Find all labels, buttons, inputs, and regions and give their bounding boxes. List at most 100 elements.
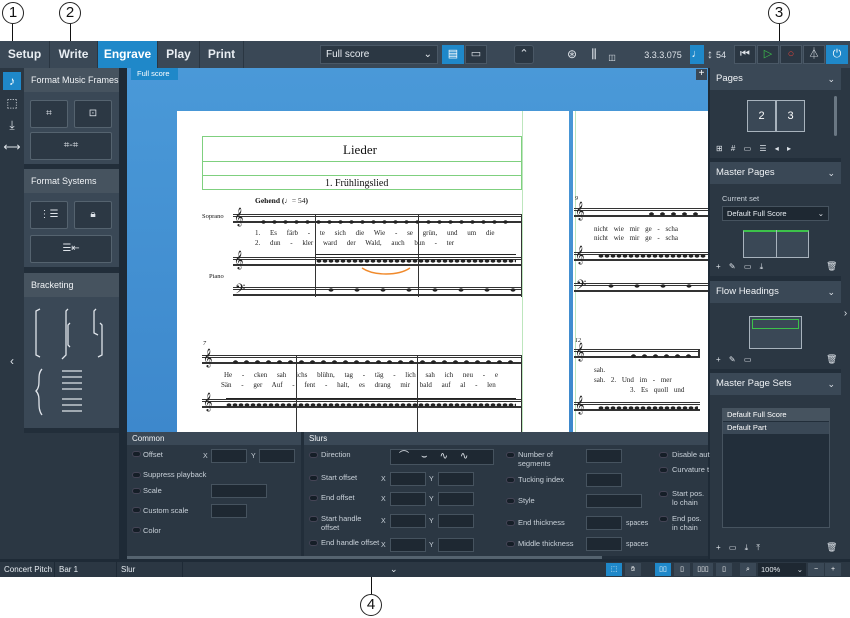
add-tab-icon[interactable]: + xyxy=(696,69,707,80)
flow-headings-heading[interactable]: Flow Headings xyxy=(710,281,841,303)
custom-scale-switch[interactable] xyxy=(132,507,141,513)
offset-y-field[interactable] xyxy=(259,449,295,463)
zoom-in-button[interactable]: + xyxy=(825,563,841,576)
metronome-icon[interactable]: ⏃ xyxy=(803,45,825,64)
middle-thickness-switch[interactable] xyxy=(506,541,515,547)
chevron-down-icon[interactable]: ⌄ xyxy=(827,162,835,184)
set-item-default-full-score[interactable]: Default Full Score xyxy=(723,409,829,421)
mode-setup[interactable]: Setup xyxy=(0,41,50,68)
end-thickness-field[interactable] xyxy=(586,516,622,530)
zoom-icon[interactable]: ⌕ xyxy=(740,563,756,576)
frame-editing-icon[interactable]: ⬚ xyxy=(3,94,21,112)
bracket-tools-icon[interactable] xyxy=(32,305,112,423)
tucking-index-switch[interactable] xyxy=(506,477,515,483)
system-lock-button[interactable]: 🔒︎ xyxy=(74,201,112,229)
curvature-switch[interactable] xyxy=(659,467,668,473)
start-pos-switch[interactable] xyxy=(659,491,668,497)
chevron-down-icon[interactable]: ⌄ xyxy=(827,68,835,90)
galley-view-button[interactable]: ▭ xyxy=(465,45,487,64)
master-pages-heading[interactable]: Master Pages xyxy=(710,162,841,184)
collapse-right-icon[interactable]: › xyxy=(841,68,850,559)
mode-play[interactable]: Play xyxy=(158,41,200,68)
layout-select[interactable]: Full score ⌄ xyxy=(320,45,438,64)
tucking-index-field[interactable] xyxy=(586,473,622,487)
view-single-icon[interactable]: ▯ xyxy=(716,563,732,576)
system-fill-icon[interactable]: ⟷ xyxy=(3,138,21,156)
color-switch[interactable] xyxy=(132,527,141,533)
trash-icon[interactable]: 🗑︎ xyxy=(826,542,837,553)
graphic-editing-icon[interactable]: ♪ xyxy=(3,72,21,90)
page-view-button[interactable]: ▤ xyxy=(442,45,464,64)
set-item-default-part[interactable]: Default Part xyxy=(723,422,829,434)
offset-switch[interactable] xyxy=(132,451,141,457)
pages-heading[interactable]: Pages xyxy=(710,68,841,90)
record-icon[interactable]: ○ xyxy=(780,45,802,64)
pages-scrollbar[interactable] xyxy=(834,96,837,136)
chevron-down-icon[interactable]: ⌄ xyxy=(827,373,835,395)
style-switch[interactable] xyxy=(506,498,515,504)
frame-chain-button[interactable]: ⌗-⌗ xyxy=(30,132,112,160)
end-offset-y-field[interactable] xyxy=(438,492,474,506)
zoom-select[interactable]: 100% ⌄ xyxy=(758,563,806,576)
scale-field[interactable] xyxy=(211,484,267,498)
offset-x-field[interactable] xyxy=(211,449,247,463)
middle-thickness-field[interactable] xyxy=(586,537,622,551)
view-horizontal-icon[interactable]: ▯▯▯ xyxy=(693,563,713,576)
end-thickness-switch[interactable] xyxy=(506,520,515,526)
end-handle-offset-switch[interactable] xyxy=(309,540,318,546)
rewind-icon[interactable]: ⏮ xyxy=(734,45,756,64)
start-handle-y-field[interactable] xyxy=(438,514,474,528)
note-input-icon[interactable]: ♩ xyxy=(690,45,704,64)
mode-engrave[interactable]: Engrave xyxy=(98,41,158,68)
direction-switch[interactable] xyxy=(309,452,318,458)
number-of-segments-switch[interactable] xyxy=(506,452,515,458)
start-handle-offset-switch[interactable] xyxy=(309,516,318,522)
master-page-sets-action-icons[interactable]: + ▭ ⤓ ⤒ xyxy=(716,543,760,553)
move-bars-button[interactable]: ☰⇤ xyxy=(30,235,112,263)
frame-insert-button[interactable]: ⌗ xyxy=(30,100,68,128)
mode-write[interactable]: Write xyxy=(50,41,98,68)
end-handle-y-field[interactable] xyxy=(438,538,474,552)
chevron-down-icon[interactable]: ⌄ xyxy=(390,562,398,577)
page-thumbnail-2[interactable]: 2 xyxy=(747,100,776,132)
video-icon[interactable]: ⊛ xyxy=(564,47,580,61)
mixer-icon[interactable]: ⫼ xyxy=(586,47,602,61)
pages-action-icons[interactable]: ⊞ # ▭ ☰ ◂ ▸ xyxy=(716,144,791,153)
number-of-segments-field[interactable] xyxy=(586,449,622,463)
power-icon[interactable]: ⏻ xyxy=(826,45,848,64)
trash-icon[interactable]: 🗑︎ xyxy=(826,354,837,365)
toggle-panel-button[interactable]: ⌃ xyxy=(514,45,534,64)
end-pos-switch[interactable] xyxy=(659,516,668,522)
collapse-left-icon[interactable]: ‹ xyxy=(3,352,21,370)
current-set-select[interactable]: Default Full Score ⌄ xyxy=(722,206,829,221)
frame-center-button[interactable]: ⊡ xyxy=(74,100,112,128)
end-offset-x-field[interactable] xyxy=(390,492,426,506)
mode-print[interactable]: Print xyxy=(200,41,244,68)
end-offset-switch[interactable] xyxy=(309,495,318,501)
style-field[interactable] xyxy=(586,494,642,508)
custom-scale-field[interactable] xyxy=(211,504,247,518)
hand-tool-icon[interactable]: ✋︎ xyxy=(625,563,641,576)
concert-pitch-toggle[interactable]: Concert Pitch xyxy=(0,562,55,577)
start-offset-switch[interactable] xyxy=(309,475,318,481)
start-offset-y-field[interactable] xyxy=(438,472,474,486)
end-handle-x-field[interactable] xyxy=(390,538,426,552)
suppress-playback-switch[interactable] xyxy=(132,472,141,478)
tab-full-score[interactable]: Full score xyxy=(131,68,178,80)
view-spreads-icon[interactable]: ▯▯ xyxy=(655,563,671,576)
trash-icon[interactable]: 🗑︎ xyxy=(826,261,837,272)
staff-spacing-icon[interactable]: ⤓ xyxy=(3,116,21,134)
page-thumbnail-3[interactable]: 3 xyxy=(776,100,805,132)
view-vertical-icon[interactable]: ▯ xyxy=(674,563,690,576)
selection-tool-icon[interactable]: ⬚ xyxy=(606,563,622,576)
play-icon[interactable]: ▷ xyxy=(757,45,779,64)
zoom-out-button[interactable]: − xyxy=(808,563,824,576)
system-break-button[interactable]: ⋮☰ xyxy=(30,201,68,229)
start-offset-x-field[interactable] xyxy=(390,472,426,486)
flow-headings-action-icons[interactable]: + ✎ ▭ xyxy=(716,355,751,364)
scale-switch[interactable] xyxy=(132,488,141,494)
direction-button-group[interactable]: ⌒⌣∿∿ xyxy=(390,449,494,465)
disable-auto-switch[interactable] xyxy=(659,452,668,458)
transport-icon[interactable]: ◫ xyxy=(606,51,618,65)
start-handle-x-field[interactable] xyxy=(390,514,426,528)
